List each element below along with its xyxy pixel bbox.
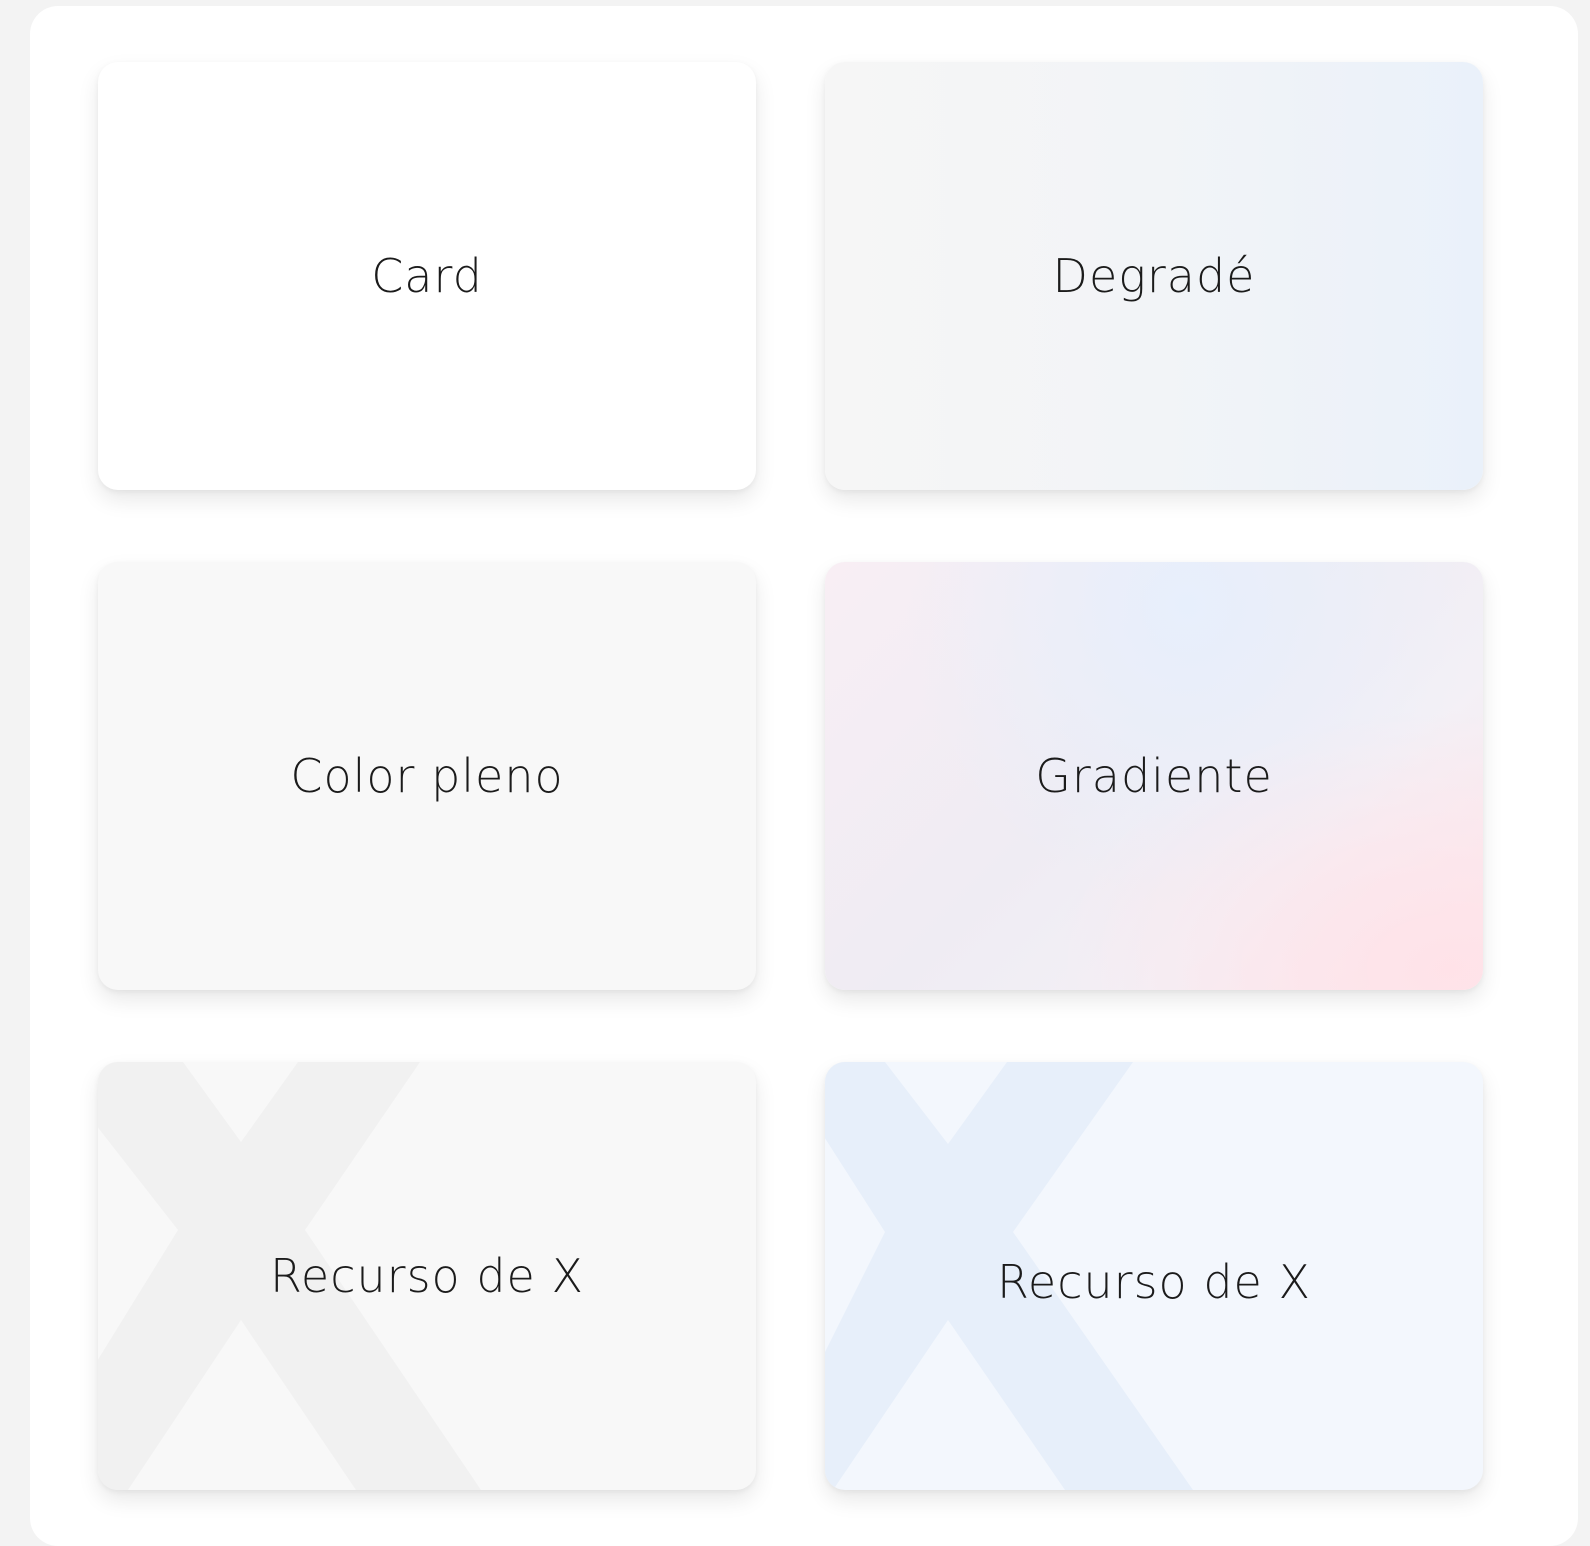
card-degrade[interactable]: Degradé bbox=[825, 62, 1483, 490]
card-label: Color pleno bbox=[290, 749, 564, 803]
card-label: Recurso de X bbox=[997, 1255, 1311, 1309]
card-label: Degradé bbox=[1052, 249, 1256, 303]
card-plain[interactable]: Card bbox=[98, 62, 756, 490]
card-x-resource-gray[interactable]: Recurso de X bbox=[98, 1062, 756, 1490]
card-label: Recurso de X bbox=[270, 1249, 584, 1303]
card-label: Card bbox=[371, 249, 483, 303]
card-x-resource-blue[interactable]: Recurso de X bbox=[825, 1062, 1483, 1490]
card-gradient[interactable]: Gradiente bbox=[825, 562, 1483, 990]
card-solid-color[interactable]: Color pleno bbox=[98, 562, 756, 990]
card-label: Gradiente bbox=[1035, 749, 1273, 803]
